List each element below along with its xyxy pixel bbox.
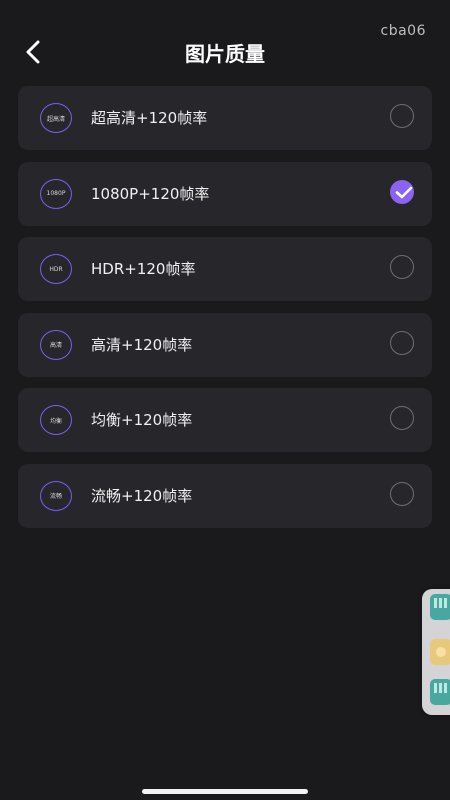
option-label: 高清+120帧率 bbox=[91, 335, 193, 354]
check-icon bbox=[395, 186, 413, 198]
quality-badge: 流畅 bbox=[40, 480, 72, 511]
floating-shortcut-widget[interactable] bbox=[422, 589, 450, 715]
option-hdr[interactable]: HDR HDR+120帧率 bbox=[18, 237, 432, 301]
radio-button[interactable] bbox=[390, 481, 414, 506]
radio-button[interactable] bbox=[390, 104, 414, 128]
quality-badge: HDR bbox=[40, 254, 72, 284]
option-label: HDR+120帧率 bbox=[91, 260, 196, 278]
option-label: 流畅+120帧率 bbox=[91, 486, 193, 505]
quality-option-list: 超高清 超高清+120帧率 1080P 1080P+120帧率 HDR HDR+… bbox=[18, 86, 432, 539]
quality-badge: 超高清 bbox=[40, 103, 72, 133]
radio-button[interactable] bbox=[390, 255, 414, 279]
home-indicator[interactable] bbox=[142, 789, 308, 794]
quality-badge: 高清 bbox=[40, 329, 72, 360]
radio-button[interactable] bbox=[390, 330, 414, 355]
option-balanced[interactable]: 均衡 均衡+120帧率 bbox=[18, 388, 432, 452]
option-label: 1080P+120帧率 bbox=[91, 184, 210, 203]
quality-badge: 均衡 bbox=[40, 405, 72, 435]
option-1080p[interactable]: 1080P 1080P+120帧率 bbox=[18, 161, 432, 226]
option-label: 均衡+120帧率 bbox=[91, 411, 193, 429]
quality-badge: 1080P bbox=[40, 178, 72, 209]
option-smooth[interactable]: 流畅 流畅+120帧率 bbox=[18, 463, 432, 528]
option-hd[interactable]: 高清 高清+120帧率 bbox=[18, 312, 432, 377]
page-title: 图片质量 bbox=[185, 42, 265, 66]
header: 图片质量 bbox=[0, 30, 450, 74]
option-label: 超高清+120帧率 bbox=[91, 109, 208, 127]
app-shortcut-icon[interactable] bbox=[430, 679, 450, 705]
app-shortcut-icon[interactable] bbox=[430, 639, 450, 665]
radio-button[interactable] bbox=[390, 406, 414, 430]
app-shortcut-icon[interactable] bbox=[430, 594, 450, 620]
option-ultra-hd[interactable]: 超高清 超高清+120帧率 bbox=[18, 86, 432, 150]
radio-button-selected[interactable] bbox=[390, 179, 414, 204]
